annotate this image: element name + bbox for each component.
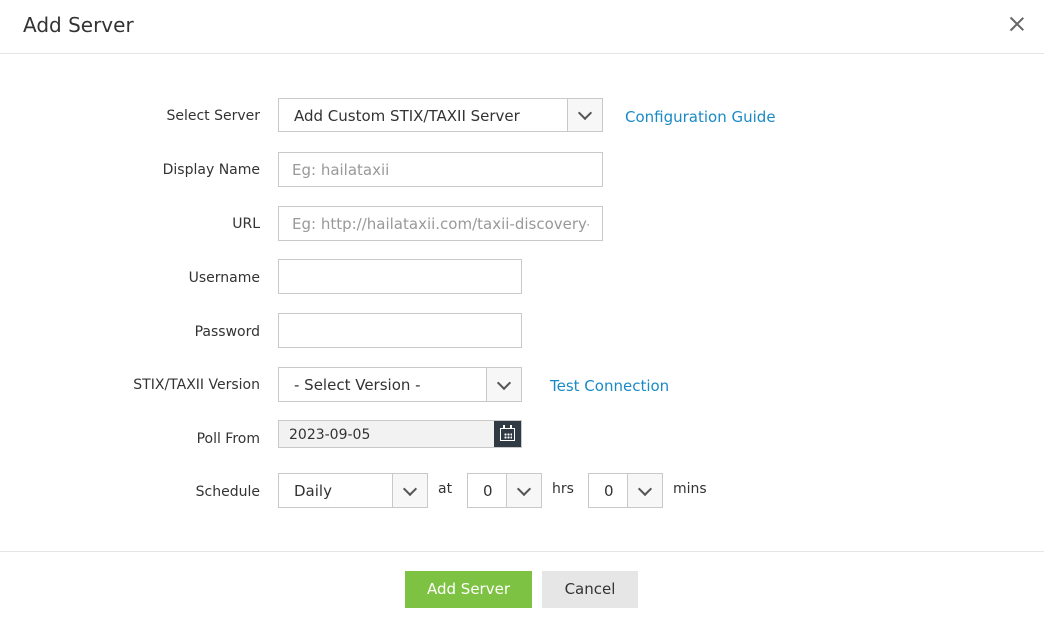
test-connection-link[interactable]: Test Connection — [550, 377, 669, 395]
mins-label: mins — [673, 481, 707, 497]
schedule-minutes-dropdown[interactable]: 0 — [588, 473, 663, 508]
dropdown-toggle[interactable] — [567, 99, 602, 131]
display-name-label: Display Name — [162, 162, 260, 178]
calendar-icon[interactable] — [494, 421, 521, 447]
dropdown-toggle[interactable] — [627, 474, 662, 507]
schedule-minutes-value: 0 — [604, 482, 614, 500]
select-server-value: Add Custom STIX/TAXII Server — [294, 107, 520, 125]
display-name-field[interactable] — [278, 152, 603, 187]
display-name-input[interactable] — [279, 153, 602, 186]
poll-from-label: Poll From — [196, 431, 260, 447]
version-dropdown[interactable]: - Select Version - — [278, 367, 522, 402]
password-field[interactable] — [278, 313, 522, 348]
select-server-label: Select Server — [166, 108, 260, 124]
version-value: - Select Version - — [294, 376, 421, 394]
poll-from-value: 2023-09-05 — [289, 427, 371, 443]
dropdown-toggle[interactable] — [506, 474, 541, 507]
username-label: Username — [188, 270, 260, 286]
schedule-frequency-value: Daily — [294, 482, 332, 500]
dropdown-toggle[interactable] — [392, 474, 427, 507]
schedule-hours-dropdown[interactable]: 0 — [467, 473, 542, 508]
version-label: STIX/TAXII Version — [133, 377, 260, 393]
schedule-frequency-dropdown[interactable]: Daily — [278, 473, 428, 508]
chevron-down-icon — [496, 375, 512, 390]
url-field[interactable] — [278, 206, 603, 241]
schedule-label: Schedule — [195, 484, 260, 500]
schedule-hours-value: 0 — [483, 482, 493, 500]
dropdown-toggle[interactable] — [486, 368, 521, 401]
select-server-dropdown[interactable]: Add Custom STIX/TAXII Server — [278, 98, 603, 132]
chevron-down-icon — [402, 481, 418, 496]
cancel-button[interactable]: Cancel — [542, 571, 638, 608]
close-icon[interactable] — [1006, 13, 1028, 35]
add-server-button[interactable]: Add Server — [405, 571, 532, 608]
chevron-down-icon — [637, 481, 653, 496]
chevron-down-icon — [516, 481, 532, 496]
poll-from-date-field[interactable]: 2023-09-05 — [278, 420, 522, 448]
password-label: Password — [194, 324, 260, 340]
username-input[interactable] — [279, 260, 521, 293]
url-input[interactable] — [279, 207, 602, 240]
at-label: at — [438, 481, 453, 497]
password-input[interactable] — [279, 314, 521, 347]
username-field[interactable] — [278, 259, 522, 294]
chevron-down-icon — [577, 105, 593, 121]
configuration-guide-link[interactable]: Configuration Guide — [625, 108, 776, 126]
dialog-title: Add Server — [23, 13, 134, 37]
hrs-label: hrs — [552, 481, 574, 497]
dialog-header: Add Server — [0, 0, 1044, 54]
url-label: URL — [232, 216, 260, 232]
